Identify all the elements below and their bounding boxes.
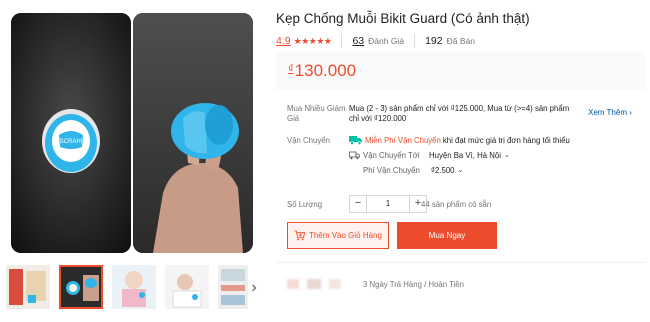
add-to-cart-button[interactable]: Thêm Vào Giỏ Hàng: [287, 222, 389, 249]
wholesale-label: Mua Nhiều Giảm Giá: [287, 104, 346, 123]
stock-count: 44 sản phẩm có sẵn: [421, 200, 492, 209]
price-value: 130.000: [294, 61, 357, 80]
thumbnail-3[interactable]: [112, 265, 156, 309]
rating-row: 4.9 ★★★★★ 63 Đánh Giá 192 Đã Bán: [276, 34, 475, 48]
thumbnail-5[interactable]: [218, 265, 248, 309]
divider: [414, 34, 416, 48]
quantity-stepper: − 1 +: [349, 195, 427, 213]
quantity-input[interactable]: 1: [367, 195, 409, 213]
see-more-label: Xem Thêm: [588, 108, 627, 117]
product-photo-front[interactable]: SCRAH!: [11, 13, 131, 253]
star-rating-icon: ★★★★★: [293, 35, 332, 46]
shipping-fee-label: Phí Vận Chuyển: [363, 165, 420, 175]
ship-to-row: Vận Chuyển Tới Huyện Ba Vì, Hà Nội ⌄: [349, 149, 510, 161]
chevron-right-icon: ›: [629, 108, 632, 117]
thumbnail-4[interactable]: [165, 265, 209, 309]
guarantee-badge-icon: [307, 279, 321, 289]
wholesale-text: Mua (2 - 3) sản phẩm chỉ với ₫125.000, M…: [349, 104, 570, 123]
quantity-label: Số Lượng: [287, 200, 323, 209]
currency-symbol: ₫: [288, 63, 294, 75]
guarantee-badge-icon: [329, 279, 341, 289]
bubble-text: SCRAH!: [60, 139, 83, 145]
free-shipping: Miễn Phí Vận Chuyển khi đạt mức giá trị …: [349, 134, 570, 146]
chevron-right-icon[interactable]: ›: [247, 277, 261, 299]
guarantee-row: 3 Ngày Trả Hàng / Hoàn Tiền: [287, 274, 464, 294]
sold-count: 192: [425, 35, 443, 47]
see-more-link[interactable]: Xem Thêm ›: [588, 108, 632, 117]
buy-now-button[interactable]: Mua Ngay: [397, 222, 497, 249]
thumbnail-1[interactable]: [6, 265, 50, 309]
thumbnail-2[interactable]: [59, 265, 103, 309]
reviews-label: Đánh Giá: [368, 36, 405, 46]
divider: [341, 34, 343, 48]
add-to-cart-label: Thêm Vào Giỏ Hàng: [309, 231, 382, 240]
truck-icon: [349, 136, 362, 145]
shipping-fee-value[interactable]: ₫2.500: [431, 166, 455, 175]
price: ₫130.000: [288, 61, 356, 81]
product-photo-clip[interactable]: [133, 13, 253, 253]
reviews-count[interactable]: 63: [352, 35, 364, 47]
product-title: Kẹp Chống Muỗi Bikit Guard (Có ảnh thật): [276, 11, 530, 26]
free-shipping-desc: khi đạt mức giá trị đơn hàng tối thiểu: [442, 135, 570, 145]
chevron-down-icon[interactable]: ⌄: [504, 151, 510, 159]
ship-to-value[interactable]: Huyện Ba Vì, Hà Nội: [429, 151, 501, 160]
rating-value[interactable]: 4.9: [276, 35, 291, 47]
cart-icon: [294, 230, 306, 241]
return-policy-text: 3 Ngày Trả Hàng / Hoàn Tiền: [363, 279, 464, 289]
free-shipping-label: Miễn Phí Vận Chuyển: [365, 135, 441, 145]
location-icon: [349, 151, 360, 159]
decrease-button[interactable]: −: [349, 195, 367, 213]
ship-to-label: Vận Chuyển Tới: [363, 150, 420, 160]
thumbnail-strip: ›: [6, 265, 261, 311]
price-box: ₫130.000: [276, 52, 646, 90]
shipping-fee-row: Phí Vận Chuyển ₫2.500 ⌄: [363, 164, 463, 176]
section-divider: [276, 262, 646, 263]
sold-label: Đã Bán: [446, 36, 475, 46]
chevron-down-icon[interactable]: ⌄: [458, 166, 464, 174]
guarantee-badge-icon: [287, 279, 299, 289]
shipping-label: Vận Chuyển: [287, 136, 330, 145]
